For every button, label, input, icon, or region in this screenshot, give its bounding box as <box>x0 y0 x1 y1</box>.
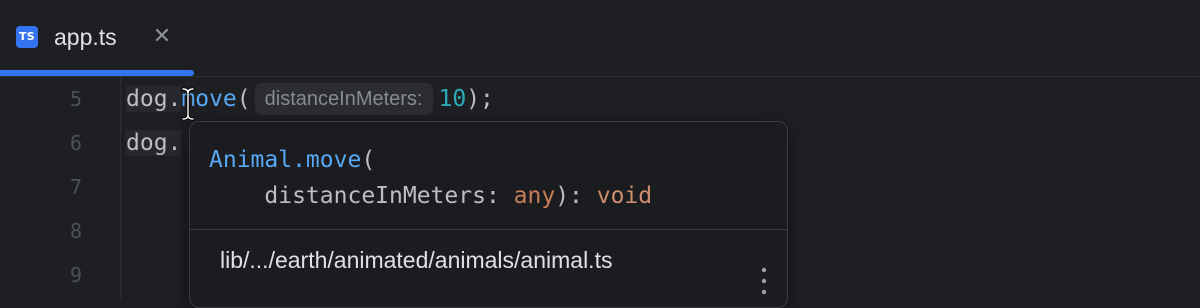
code-token-close: ); <box>466 86 494 112</box>
text-cursor-icon <box>181 87 195 121</box>
signature-close: ): <box>555 183 597 209</box>
code-token-number: 10 <box>438 86 467 112</box>
line-number: 6 <box>69 131 82 155</box>
line-number: 8 <box>69 219 82 243</box>
method-signature: Animal.move( distanceInMeters: any): voi… <box>209 142 652 214</box>
active-tab-indicator <box>0 70 194 76</box>
editor-tab-bar: TS app.ts ✕ <box>0 0 1200 77</box>
line-number: 5 <box>69 87 82 111</box>
signature-indent <box>209 183 264 209</box>
typescript-file-icon: TS <box>16 26 38 48</box>
popup-divider <box>190 229 787 230</box>
tab-label: app.ts <box>54 24 117 50</box>
signature-param-type: any <box>513 183 556 209</box>
more-vertical-icon[interactable] <box>752 266 776 296</box>
code-token-object: dog. <box>126 130 182 156</box>
parameter-inlay-hint: distanceInMeters: <box>254 83 433 115</box>
close-icon[interactable]: ✕ <box>150 22 174 50</box>
declaration-file-path[interactable]: lib/.../earth/animated/animals/animal.ts <box>220 244 612 276</box>
signature-param-name: distanceInMeters: <box>264 183 514 209</box>
signature-open-paren: ( <box>361 147 376 173</box>
tab-app-ts[interactable]: TS app.ts ✕ <box>0 0 194 76</box>
code-token-object: dog. <box>126 86 182 112</box>
code-line-6[interactable]: dog. <box>126 123 182 163</box>
line-number-gutter: 5 6 7 8 9 <box>0 77 121 300</box>
signature-return-type: void <box>596 183 653 209</box>
quick-documentation-popup: Animal.move( distanceInMeters: any): voi… <box>189 121 788 308</box>
code-token-paren: ( <box>236 86 251 112</box>
signature-function-name[interactable]: Animal.move <box>209 147 361 173</box>
line-number: 9 <box>69 263 82 287</box>
line-number: 7 <box>69 175 82 199</box>
